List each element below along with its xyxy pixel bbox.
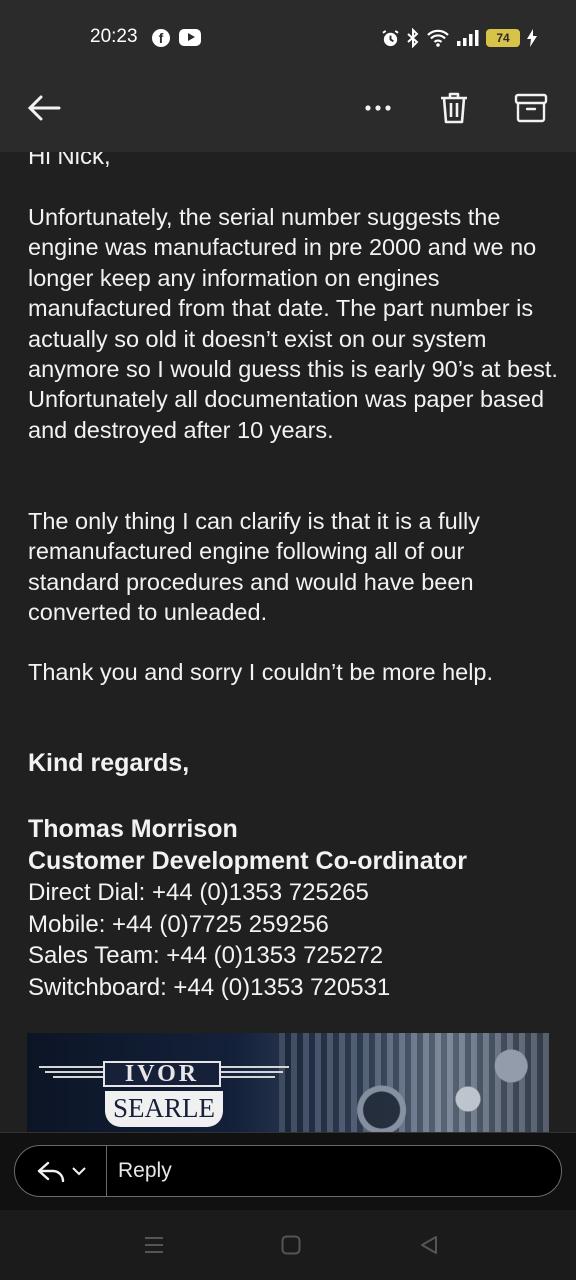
reply-field bbox=[14, 1145, 562, 1197]
email-greeting: Hi Nick, bbox=[28, 152, 111, 170]
navigation-bar bbox=[0, 1210, 576, 1280]
signal-icon bbox=[457, 30, 479, 46]
company-logo-bottom: SEARLE bbox=[105, 1091, 223, 1127]
status-icons: 74 bbox=[381, 26, 538, 50]
menu-icon bbox=[145, 1237, 163, 1253]
signature-switchboard[interactable]: Switchboard: +44 (0)1353 720531 bbox=[28, 972, 568, 1004]
signature-mobile[interactable]: Mobile: +44 (0)7725 259256 bbox=[28, 909, 568, 941]
status-time: 20:23 bbox=[90, 26, 138, 47]
chevron-down-icon bbox=[71, 1166, 86, 1175]
alarm-icon bbox=[382, 29, 399, 46]
email-sign-off: Kind regards, bbox=[28, 749, 190, 777]
delete-button[interactable] bbox=[430, 84, 478, 132]
reply-icon bbox=[37, 1161, 64, 1182]
bluetooth-icon bbox=[407, 28, 419, 48]
archive-icon bbox=[514, 93, 548, 123]
signature-name: Thomas Morrison bbox=[28, 815, 238, 843]
email-paragraph-1: Unfortunately, the serial number suggest… bbox=[28, 204, 558, 443]
engine-image bbox=[279, 1033, 549, 1132]
youtube-icon bbox=[179, 29, 201, 46]
email-body[interactable]: Hi Nick, Unfortunately, the serial numbe… bbox=[0, 152, 576, 1132]
home-button[interactable] bbox=[278, 1232, 304, 1258]
email-paragraph-3: Thank you and sorry I couldn’t be more h… bbox=[28, 659, 494, 685]
company-banner-image[interactable]: IVOR SEARLE bbox=[27, 1033, 549, 1132]
reply-options-button[interactable] bbox=[15, 1146, 107, 1196]
system-back-button[interactable] bbox=[416, 1232, 442, 1258]
email-paragraph-2: The only thing I can clarify is that it … bbox=[28, 508, 480, 626]
delete-icon bbox=[441, 92, 467, 124]
back-button[interactable] bbox=[20, 84, 68, 132]
signature-direct-dial[interactable]: Direct Dial: +44 (0)1353 725265 bbox=[28, 877, 568, 909]
wifi-icon bbox=[427, 29, 449, 47]
more-icon bbox=[365, 105, 391, 111]
signature-title: Customer Development Co-ordinator bbox=[28, 846, 467, 875]
facebook-icon: f bbox=[152, 29, 170, 47]
signature-sales-team[interactable]: Sales Team: +44 (0)1353 725272 bbox=[28, 940, 568, 972]
recent-apps-button[interactable] bbox=[141, 1232, 167, 1258]
status-bar: 20:23 f 74 bbox=[0, 0, 576, 64]
battery-icon: 74 bbox=[486, 29, 520, 47]
triangle-back-icon bbox=[421, 1236, 437, 1254]
home-icon bbox=[281, 1235, 301, 1255]
app-bar bbox=[0, 64, 576, 152]
more-button[interactable] bbox=[354, 84, 402, 132]
charging-icon bbox=[527, 29, 537, 47]
email-signature: Thomas Morrison Customer Development Co-… bbox=[28, 814, 568, 1003]
reply-input[interactable] bbox=[107, 1146, 547, 1196]
archive-button[interactable] bbox=[507, 84, 555, 132]
reply-bar bbox=[0, 1132, 576, 1210]
company-logo-top: IVOR bbox=[103, 1061, 221, 1087]
back-arrow-icon bbox=[27, 95, 61, 121]
